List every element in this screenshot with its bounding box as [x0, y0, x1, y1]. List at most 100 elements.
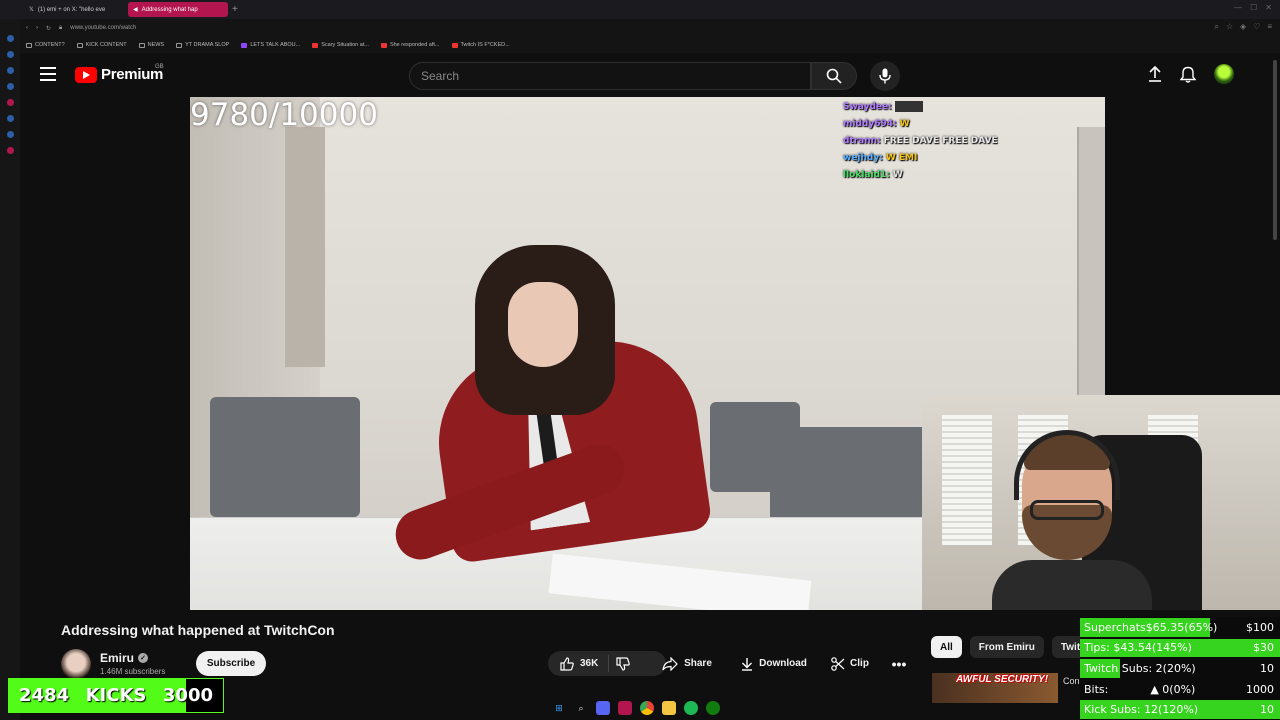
- zoom-icon[interactable]: ⌕: [1214, 22, 1218, 32]
- header-actions: [1148, 64, 1234, 84]
- kicks-label: KICKS: [85, 685, 147, 706]
- page-scrollbar[interactable]: [1273, 60, 1277, 240]
- sidebar-app-icon[interactable]: [6, 147, 14, 154]
- minimize-icon[interactable]: —: [1234, 3, 1242, 12]
- bell-icon[interactable]: [1180, 66, 1196, 83]
- browser-sidebar: [0, 19, 20, 720]
- sidebar-app-icon[interactable]: [6, 99, 14, 106]
- sidebar-app-icon[interactable]: [6, 131, 14, 138]
- goal-target: 10: [1260, 703, 1274, 717]
- bookmark-item[interactable]: Scary Situation at...: [312, 42, 369, 48]
- new-tab-button[interactable]: +: [232, 4, 238, 15]
- bookmark-item[interactable]: NEWS: [138, 42, 164, 48]
- folder-icon[interactable]: [662, 701, 676, 715]
- tab-label: (1) emi + on X: "hello eve: [37, 6, 106, 13]
- more-actions-button[interactable]: •••: [886, 651, 912, 676]
- clip-button[interactable]: Clip: [825, 651, 875, 676]
- sidebar-app-icon[interactable]: [6, 51, 14, 58]
- bookmark-item[interactable]: YT DRAMA SLOP: [176, 42, 229, 48]
- goal-target: 1000: [1246, 682, 1274, 696]
- emote-icon: [894, 101, 923, 112]
- chat-overlay: Swaydee: middy694: W dtrann: FREE DAVE FRE…: [843, 99, 1103, 184]
- chip-all[interactable]: All: [931, 636, 962, 658]
- download-button[interactable]: Download: [730, 651, 818, 676]
- thumbs-down-icon: [616, 656, 630, 671]
- folder-icon: [76, 42, 83, 48]
- goal-row-kick-subs: Kick Subs: 12(120%) 10: [1080, 699, 1280, 720]
- bookmark-item[interactable]: Twitch IS F*CKED...: [451, 42, 510, 48]
- chat-username: middy694:: [843, 119, 897, 129]
- bookmarks-bar: CONTENT? KICK CONTENT NEWS YT DRAMA SLOP…: [0, 37, 1280, 53]
- subscribe-button[interactable]: Subscribe: [196, 651, 266, 676]
- browser-tab-youtube[interactable]: ◀ Addressing what hap: [128, 2, 228, 17]
- chip-from-emiru[interactable]: From Emiru: [969, 636, 1044, 658]
- voice-search-button[interactable]: [870, 61, 900, 91]
- sidebar-app-icon[interactable]: [6, 83, 14, 90]
- like-count: 36K: [580, 658, 599, 669]
- goal-row-twitch-subs: Twitch Subs: 2(20%) 10: [1080, 658, 1280, 679]
- shield-icon[interactable]: ◈: [1240, 22, 1246, 32]
- goal-label: Superchats$65.35(65%): [1084, 620, 1218, 634]
- goal-row-superchats: Superchats$65.35(65%) $100: [1080, 617, 1280, 638]
- bookmark-item[interactable]: LETS TALK ABOU...: [241, 42, 300, 48]
- share-button[interactable]: Share: [652, 651, 722, 676]
- chat-username: dtrann:: [843, 136, 881, 146]
- bookmark-item[interactable]: KICK CONTENT: [76, 42, 127, 48]
- forward-icon[interactable]: ›: [36, 25, 38, 31]
- search-button[interactable]: [811, 62, 857, 90]
- clip-label: Clip: [850, 658, 869, 669]
- chrome-icon[interactable]: [640, 701, 654, 715]
- bookmark-icon[interactable]: ☆: [1226, 22, 1233, 32]
- youtube-logo[interactable]: Premium: [75, 66, 163, 83]
- menu-icon[interactable]: ≡: [1267, 22, 1272, 32]
- recommended-video-thumbnail[interactable]: AWFUL SECURITY!: [932, 673, 1058, 703]
- chat-text: W: [899, 119, 910, 129]
- account-avatar[interactable]: [1214, 64, 1234, 84]
- thumbnail-text: AWFUL SECURITY!: [956, 674, 1049, 685]
- x-icon: 𝕏: [29, 7, 34, 13]
- channel-name[interactable]: Emiru ✓: [100, 651, 149, 665]
- goal-row-tips: Tips: $43.54(145%) $30: [1080, 638, 1280, 659]
- windows-start-icon[interactable]: ⊞: [552, 701, 566, 715]
- search-input[interactable]: Search: [409, 62, 811, 90]
- heart-icon[interactable]: ♡: [1253, 22, 1260, 32]
- chat-message: lloklaid1: W: [843, 167, 1103, 184]
- url-field[interactable]: www.youtube.com/watch: [70, 25, 136, 31]
- like-button[interactable]: 36K: [548, 655, 610, 672]
- video-frame-detail: [285, 127, 325, 367]
- youtube-icon: [380, 42, 387, 48]
- bookmark-item[interactable]: She responded aft...: [380, 42, 440, 48]
- goal-target: 10: [1260, 661, 1274, 675]
- back-icon[interactable]: ‹: [26, 25, 28, 31]
- dislike-button[interactable]: [610, 651, 636, 676]
- sidebar-app-icon[interactable]: [6, 115, 14, 122]
- close-icon[interactable]: ✕: [1265, 3, 1272, 12]
- chat-message: middy694: W: [843, 116, 1103, 133]
- upload-icon[interactable]: [1148, 66, 1162, 82]
- sidebar-app-icon[interactable]: [6, 35, 14, 42]
- taskbar-search-icon[interactable]: ⌕: [574, 701, 588, 715]
- donation-goals-panel: Superchats$65.35(65%) $100 Tips: $43.54(1…: [1080, 617, 1280, 720]
- browser-tab-x[interactable]: 𝕏 (1) emi + on X: "hello eve: [24, 2, 124, 17]
- maximize-icon[interactable]: ☐: [1250, 3, 1257, 12]
- browser-icon[interactable]: [618, 701, 632, 715]
- reload-icon[interactable]: ↻: [46, 25, 51, 32]
- webcam-overlay: [922, 395, 1280, 610]
- kicks-current: 2484: [19, 685, 70, 706]
- goal-label: Tips: $43.54(145%): [1084, 641, 1192, 655]
- address-bar: ‹ › ↻ 🔒︎ www.youtube.com/watch ⌕ ☆ ◈ ♡ ≡: [0, 19, 1280, 37]
- recommendation-chips: All From Emiru Twitch: [931, 636, 1101, 658]
- folder-icon: [176, 42, 183, 48]
- lock-icon: 🔒︎: [59, 24, 63, 31]
- bookmark-item[interactable]: CONTENT?: [26, 42, 65, 48]
- spotify-icon[interactable]: [684, 701, 698, 715]
- kicks-goal-bar: 2484 KICKS 3000: [8, 678, 224, 713]
- channel-avatar[interactable]: [61, 649, 91, 679]
- hamburger-menu-icon[interactable]: [40, 67, 56, 81]
- discord-icon[interactable]: [596, 701, 610, 715]
- chat-username: wejhdy:: [843, 153, 883, 163]
- sidebar-app-icon[interactable]: [6, 67, 14, 74]
- twitch-icon: [241, 42, 248, 48]
- xbox-icon[interactable]: [706, 701, 720, 715]
- share-icon: [662, 656, 678, 671]
